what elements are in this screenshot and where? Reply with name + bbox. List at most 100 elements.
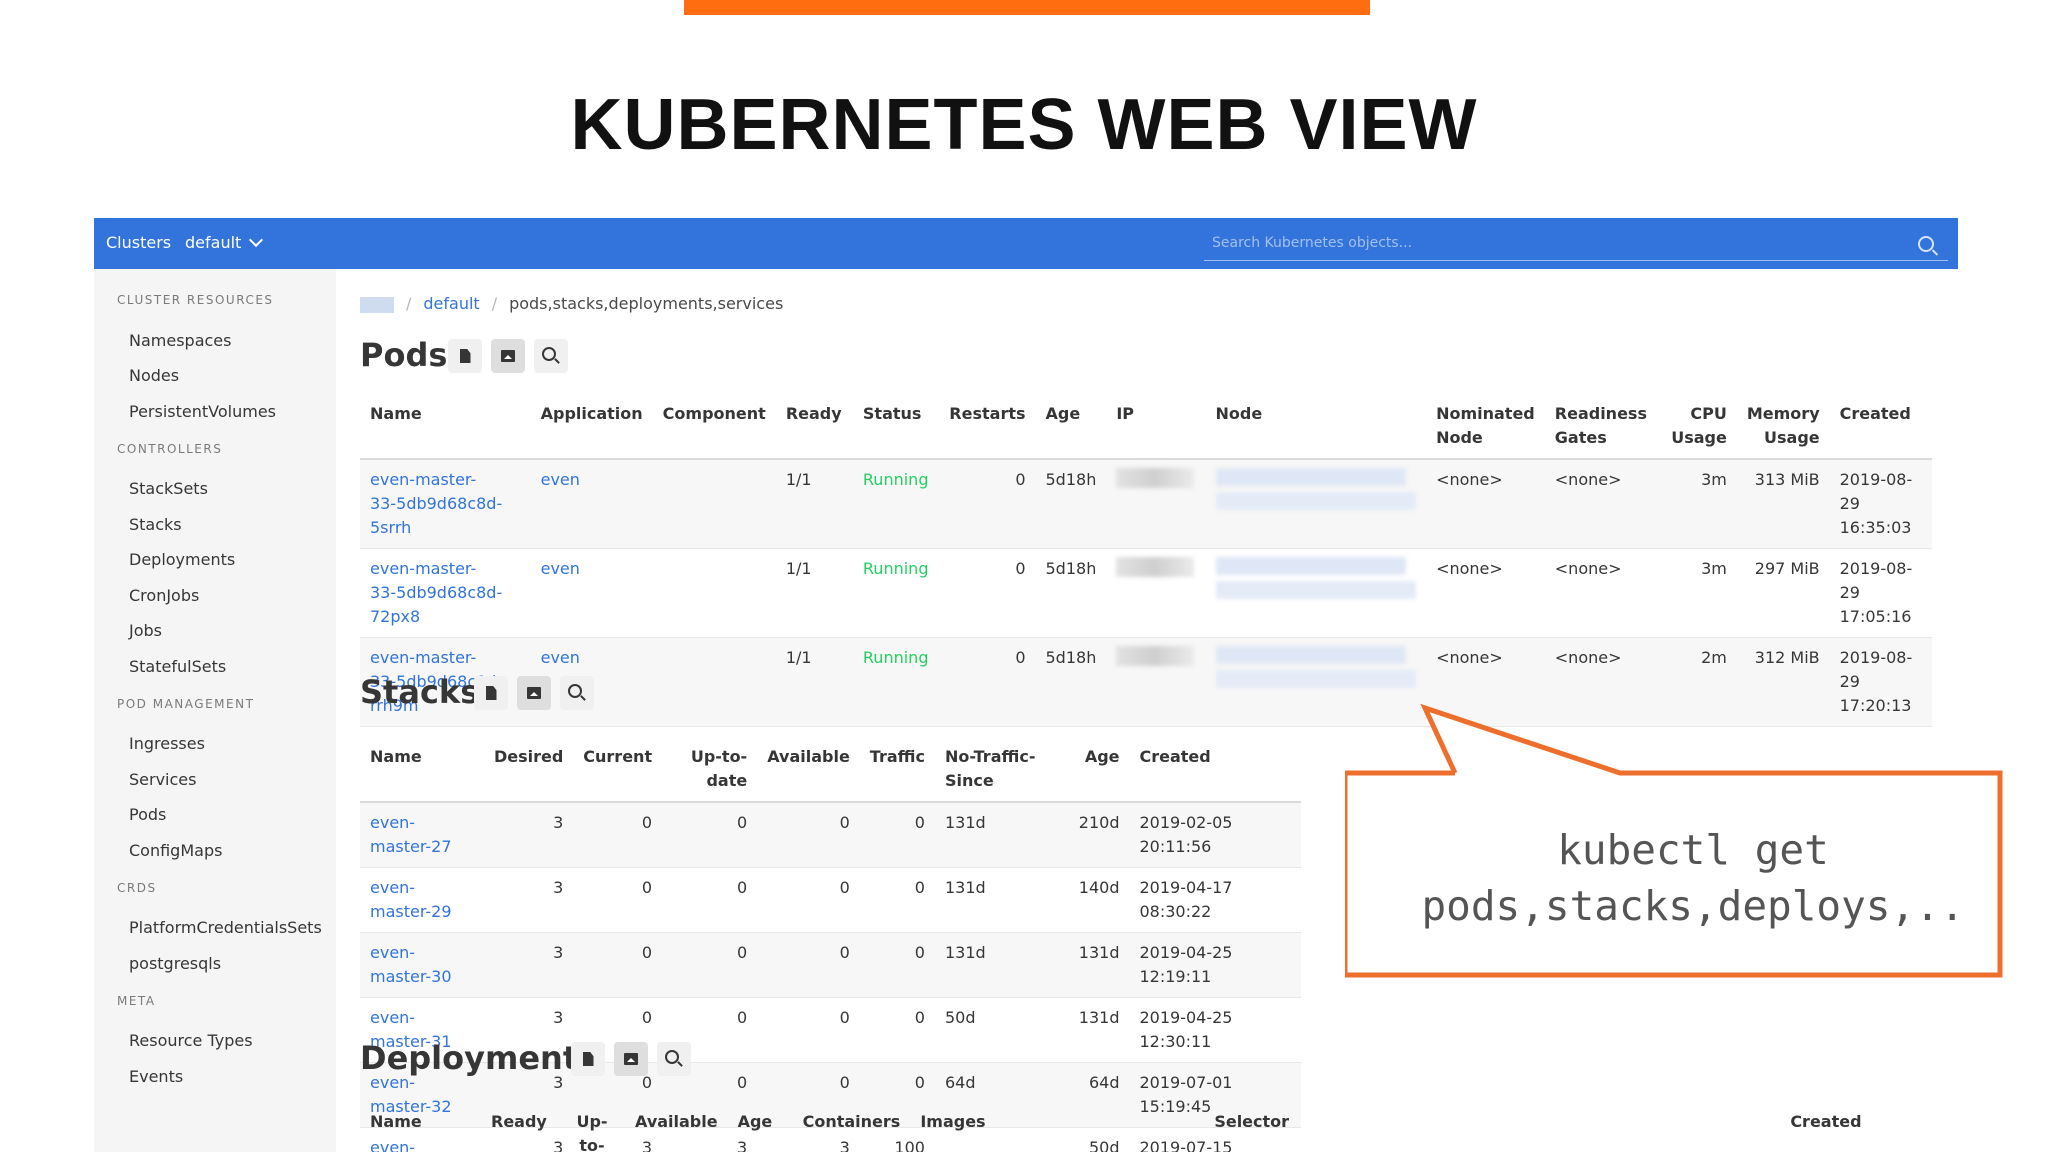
pods-col-created[interactable]: Created — [1829, 394, 1932, 460]
redacted-node — [1215, 581, 1416, 599]
redacted-node — [1215, 646, 1406, 664]
deployments-search-button[interactable] — [657, 1042, 691, 1076]
deployments-col-selector[interactable]: Selector — [1204, 1102, 1780, 1152]
pods-col-component[interactable]: Component — [652, 394, 776, 460]
sidebar-item-pods[interactable]: Pods — [129, 805, 166, 824]
pod-created-date: 2019-08-29 — [1839, 648, 1913, 691]
callout-line-2: pods,stacks,deploys,.. — [1421, 882, 1965, 930]
stack-desired: 3 — [483, 802, 574, 868]
deployments-download-button[interactable] — [571, 1042, 605, 1076]
pods-search-button[interactable] — [534, 339, 568, 373]
stacks-col-created[interactable]: Created — [1129, 737, 1301, 803]
deployments-col-ready[interactable]: Ready — [481, 1102, 559, 1152]
pod-restarts: 0 — [939, 459, 1036, 549]
search-icon — [665, 1050, 679, 1064]
pod-application[interactable]: even — [530, 548, 653, 638]
pods-col-readiness-gates[interactable]: Readiness Gates — [1544, 394, 1657, 460]
pods-col-age[interactable]: Age — [1035, 394, 1107, 460]
pod-name-line2: 33-5db9d68c8d-5srrh — [370, 494, 503, 537]
sidebar-item-resource-types[interactable]: Resource Types — [129, 1031, 253, 1050]
sidebar-item-statefulsets[interactable]: StatefulSets — [129, 657, 226, 676]
stacks-col-no-traffic-since[interactable]: No-Traffic-Since — [934, 737, 1068, 803]
sidebar-item-namespaces[interactable]: Namespaces — [129, 331, 231, 350]
stacks-search-button[interactable] — [560, 676, 594, 710]
sidebar-item-configmaps[interactable]: ConfigMaps — [129, 841, 222, 860]
pod-application[interactable]: even — [530, 459, 653, 549]
sidebar-item-stacks[interactable]: Stacks — [129, 515, 182, 534]
pod-name[interactable]: even-master- 33-5db9d68c8d-72px8 — [360, 548, 531, 638]
stacks-image-button[interactable] — [517, 676, 551, 710]
stack-name[interactable]: even-master-30 — [360, 932, 484, 998]
pods-col-ready[interactable]: Ready — [775, 394, 853, 460]
pods-col-restarts[interactable]: Restarts — [939, 394, 1036, 460]
sidebar-item-services[interactable]: Services — [129, 770, 196, 789]
stacks-col-available[interactable]: Available — [757, 737, 860, 803]
deployments-col-created[interactable]: Created — [1780, 1102, 1932, 1152]
pods-col-node[interactable]: Node — [1205, 394, 1427, 460]
search-icon[interactable] — [1918, 236, 1934, 252]
pod-restarts: 0 — [939, 637, 1036, 727]
pod-age: 5d18h — [1035, 459, 1107, 549]
stack-traffic: 0 — [859, 867, 935, 933]
pods-header-row: Name Application Component Ready Status … — [360, 394, 1932, 460]
deployments-col-up-to-date[interactable]: Up-to-date — [559, 1102, 625, 1152]
sidebar-item-ingresses[interactable]: Ingresses — [129, 734, 205, 753]
stack-traffic: 0 — [859, 802, 935, 868]
search-icon — [542, 347, 556, 361]
cluster-dropdown[interactable]: default — [185, 232, 264, 252]
sidebar-item-nodes[interactable]: Nodes — [129, 366, 179, 385]
breadcrumb-namespace[interactable]: default — [423, 294, 479, 313]
stacks-col-desired[interactable]: Desired — [483, 737, 574, 803]
sidebar-item-deployments[interactable]: Deployments — [129, 550, 235, 569]
deployments-col-available[interactable]: Available — [625, 1102, 728, 1152]
stacks-col-name[interactable]: Name — [360, 737, 484, 803]
pods-col-application[interactable]: Application — [530, 394, 653, 460]
stacks-col-traffic[interactable]: Traffic — [859, 737, 935, 803]
pod-component — [652, 637, 776, 727]
sidebar-item-events[interactable]: Events — [129, 1067, 183, 1086]
pod-name[interactable]: even-master- 33-5db9d68c8d-5srrh — [360, 459, 531, 549]
sidebar-item-stacksets[interactable]: StackSets — [129, 479, 208, 498]
redacted-ip — [1116, 557, 1195, 577]
sidebar-item-persistentvolumes[interactable]: PersistentVolumes — [129, 402, 276, 421]
pod-node[interactable] — [1205, 548, 1427, 638]
redacted-node — [1215, 468, 1406, 486]
breadcrumb-cluster-redacted[interactable] — [360, 296, 394, 313]
pods-col-status[interactable]: Status — [852, 394, 940, 460]
pods-col-cpu-usage[interactable]: CPU Usage — [1656, 394, 1737, 460]
stack-traffic: 0 — [859, 932, 935, 998]
deployments-col-age[interactable]: Age — [728, 1102, 793, 1152]
stack-name[interactable]: even-master-27 — [360, 802, 484, 868]
pods-col-nominated-node[interactable]: Nominated Node — [1426, 394, 1545, 460]
stacks-download-button[interactable] — [474, 676, 508, 710]
file-icon — [485, 686, 497, 700]
pod-ready: 1/1 — [775, 459, 853, 549]
stack-up-to-date: 0 — [662, 932, 758, 998]
stack-name[interactable]: even-master-29 — [360, 867, 484, 933]
deployments-col-name[interactable]: Name — [360, 1102, 481, 1152]
sidebar-item-platformcredentialssets[interactable]: PlatformCredentialsSets — [129, 918, 322, 937]
pod-ip — [1106, 459, 1206, 549]
pods-col-memory-usage[interactable]: Memory Usage — [1736, 394, 1830, 460]
stacks-col-current[interactable]: Current — [573, 737, 663, 803]
pods-download-button[interactable] — [448, 339, 482, 373]
sidebar-item-postgresqls[interactable]: postgresqls — [129, 954, 221, 973]
stack-created: 2019-02-05 20:11:56 — [1129, 802, 1301, 868]
pods-image-button[interactable] — [491, 339, 525, 373]
clusters-link[interactable]: Clusters — [106, 233, 171, 252]
stack-up-to-date: 0 — [662, 867, 758, 933]
deployments-image-button[interactable] — [614, 1042, 648, 1076]
stacks-col-age[interactable]: Age — [1067, 737, 1130, 803]
stacks-header-row: Name Desired Current Up-to-date Availabl… — [360, 737, 1301, 803]
sidebar-item-jobs[interactable]: Jobs — [129, 621, 162, 640]
search-input[interactable] — [1204, 228, 1902, 258]
pod-nominated-node: <none> — [1426, 459, 1545, 549]
deployments-col-containers[interactable]: Containers — [793, 1102, 911, 1152]
sidebar-item-cronjobs[interactable]: CronJobs — [129, 586, 199, 605]
pods-col-ip[interactable]: IP — [1106, 394, 1206, 460]
deployments-col-images[interactable]: Images — [910, 1102, 1204, 1152]
pod-node[interactable] — [1205, 459, 1427, 549]
stacks-col-up-to-date[interactable]: Up-to-date — [662, 737, 758, 803]
image-icon — [624, 1053, 638, 1065]
pods-col-name[interactable]: Name — [360, 394, 531, 460]
